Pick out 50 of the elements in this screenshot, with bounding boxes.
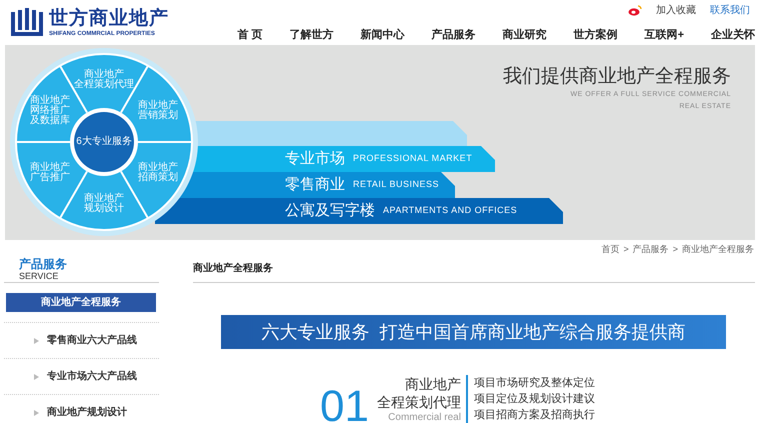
nav-link[interactable]: 商业研究 <box>502 27 547 44</box>
breadcrumb-link[interactable]: 商业地产全程服务 <box>682 243 754 258</box>
logo-title: 世方商业地产 <box>49 8 169 30</box>
stripe-subtitle: RETAIL BUSINESS <box>353 178 440 192</box>
service-point: 项目市场研究及整体定位 <box>474 376 595 391</box>
wheel-segment-label: 商业地产 网络推广 及数据库 <box>30 96 70 126</box>
nav-link[interactable]: 了解世方 <box>290 27 334 44</box>
stripe-title: 公寓及写字楼 <box>285 200 375 221</box>
wheel-segment-label: 商业地产 广告推广 <box>30 163 70 183</box>
nav-link[interactable]: 世方案例 <box>574 27 618 44</box>
triangle-icon <box>34 410 39 416</box>
service-subtitle: Commercial real <box>388 411 461 423</box>
top-link[interactable]: 加入收藏 <box>656 2 696 18</box>
stripe-title: 零售商业 <box>285 174 345 195</box>
service-title: 全程策划代理 <box>376 393 461 411</box>
service-number: 01 <box>320 385 369 423</box>
slogan-banner: 六大专业服务 打造中国首席商业地产综合服务提供商 <box>221 315 726 349</box>
breadcrumb-link[interactable]: 首页 <box>601 243 620 258</box>
weibo-icon[interactable] <box>628 4 642 16</box>
sidebar-subtitle: SERVICE <box>19 271 60 281</box>
breadcrumb-separator: > <box>623 243 629 256</box>
sidebar-item[interactable]: 商业地产规划设计 <box>34 405 127 420</box>
wheel-center-label: 6大专业服务 <box>75 135 133 149</box>
service-point: 项目招商方案及招商执行 <box>474 408 595 423</box>
stripe-title: 专业市场 <box>285 148 345 169</box>
service-title: 商业地产 <box>404 375 461 393</box>
banner-heading: 我们提供商业地产全程服务 <box>503 65 731 89</box>
top-link[interactable]: 联系我们 <box>710 2 750 18</box>
stripe-subtitle: PROFESSIONAL MARKET <box>353 152 472 166</box>
service-point: 项目定位及规划设计建议 <box>474 392 595 407</box>
sidebar-item[interactable]: 商业地产全程服务 <box>6 293 156 312</box>
nav-link[interactable]: 企业关怀 <box>711 27 755 44</box>
wheel-segment-label: 商业地产 营销策划 <box>138 101 178 121</box>
breadcrumb-link[interactable]: 产品服务 <box>632 243 669 258</box>
nav-link[interactable]: 产品服务 <box>432 27 476 44</box>
triangle-icon <box>34 338 39 344</box>
logo-icon <box>10 8 44 38</box>
stripe-subtitle: APARTMENTS AND OFFICES <box>383 204 518 218</box>
breadcrumb-separator: > <box>672 243 678 256</box>
wheel-segment-label: 商业地产 规划设计 <box>84 194 124 214</box>
wheel-segment-label: 商业地产 全程策划代理 <box>74 70 134 90</box>
nav-link[interactable]: 新闻中心 <box>360 27 405 44</box>
nav-link[interactable]: 互联网+ <box>644 27 684 44</box>
content-title: 商业地产全程服务 <box>193 261 273 276</box>
triangle-icon <box>34 374 39 380</box>
sidebar-item[interactable]: 专业市场六大产品线 <box>34 369 137 384</box>
nav-link[interactable]: 首 页 <box>238 27 263 44</box>
sidebar-item[interactable]: 零售商业六大产品线 <box>34 333 137 348</box>
sidebar-title: 产品服务 <box>19 258 68 271</box>
wheel-segment-label: 商业地产 招商策划 <box>138 163 178 183</box>
